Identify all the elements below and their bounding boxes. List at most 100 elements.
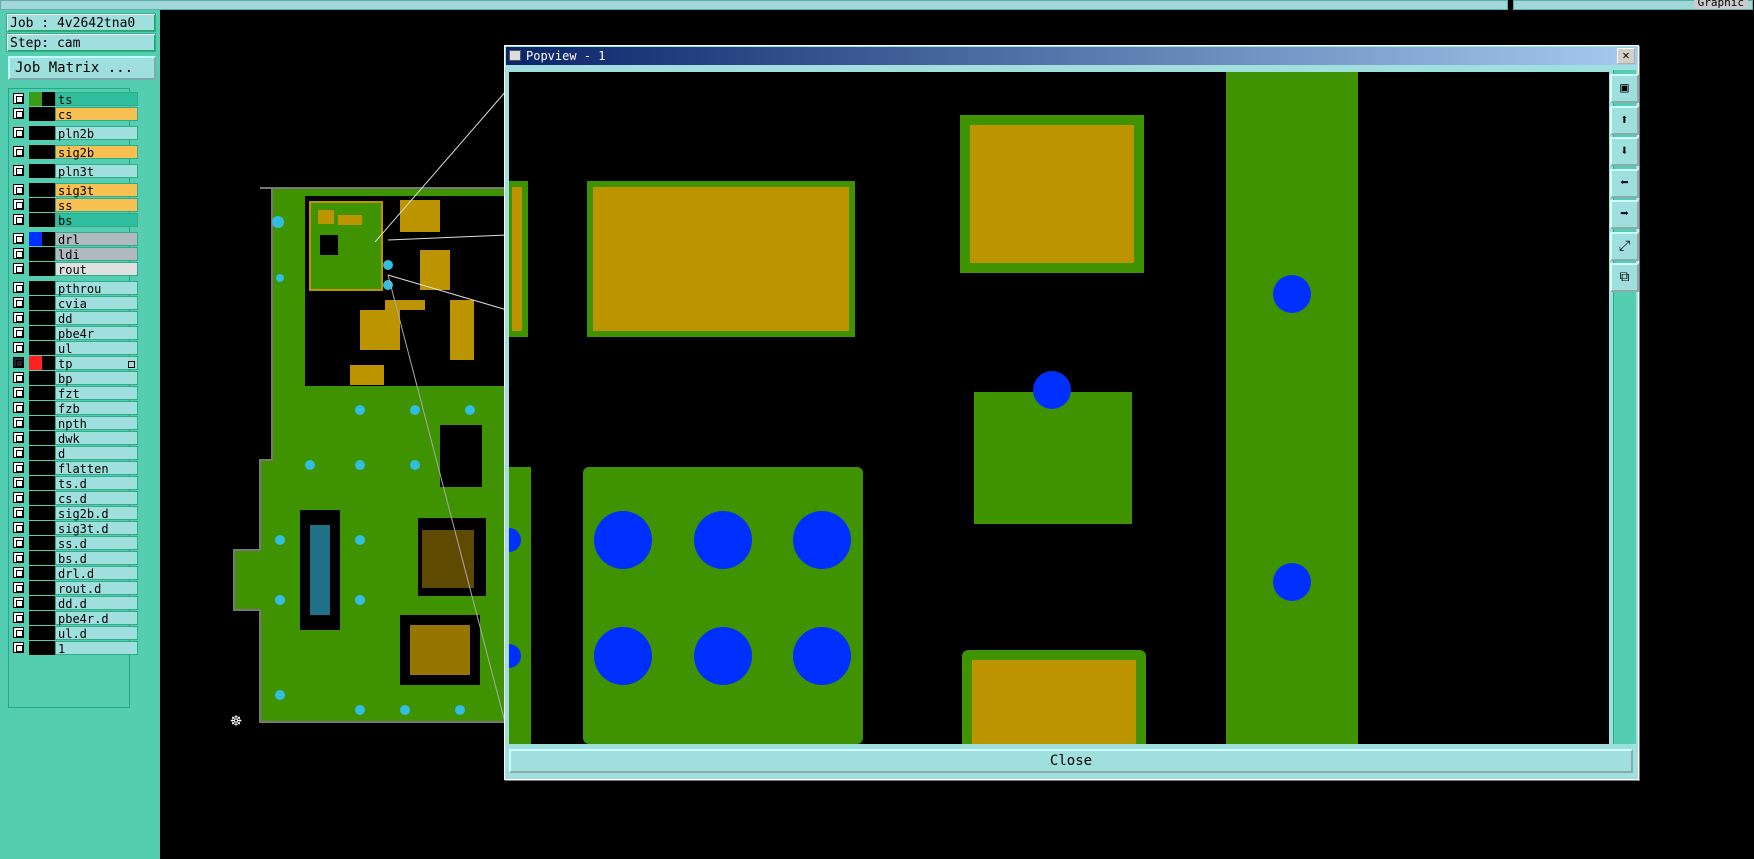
- layer-checkbox[interactable]: [13, 282, 24, 293]
- layer-checkbox[interactable]: [13, 432, 24, 443]
- layer-color-swatch[interactable]: [29, 521, 55, 535]
- layer-row[interactable]: ul.d: [11, 626, 138, 641]
- layer-color-swatch[interactable]: [29, 311, 55, 325]
- layer-name[interactable]: tp: [55, 356, 138, 371]
- layer-row[interactable]: rout: [11, 262, 138, 277]
- layer-color-swatch[interactable]: [29, 386, 55, 400]
- layer-row[interactable]: ss: [11, 198, 138, 213]
- layer-row[interactable]: bp: [11, 371, 138, 386]
- layer-row[interactable]: pln3t: [11, 164, 138, 179]
- layer-row[interactable]: dwk: [11, 431, 138, 446]
- layer-color-swatch[interactable]: [29, 566, 55, 580]
- job-matrix-button[interactable]: Job Matrix ...: [8, 56, 156, 80]
- layer-color-swatch[interactable]: [29, 198, 55, 212]
- layer-checkbox[interactable]: [13, 387, 24, 398]
- layer-row[interactable]: bs.d: [11, 551, 138, 566]
- layer-name[interactable]: cs.d: [55, 491, 138, 506]
- layer-checkbox[interactable]: [13, 357, 24, 368]
- layer-name[interactable]: npth: [55, 416, 138, 431]
- layer-row[interactable]: drl: [11, 232, 138, 247]
- layer-checkbox[interactable]: [13, 417, 24, 428]
- layer-color-swatch[interactable]: [29, 641, 55, 655]
- layer-checkbox[interactable]: [13, 567, 24, 578]
- layer-color-swatch[interactable]: [29, 491, 55, 505]
- layer-checkbox[interactable]: [13, 507, 24, 518]
- layer-name[interactable]: sig3t.d: [55, 521, 138, 536]
- layer-name[interactable]: cs: [55, 107, 138, 122]
- layer-row[interactable]: ts.d: [11, 476, 138, 491]
- layer-row[interactable]: ldi: [11, 247, 138, 262]
- layer-color-swatch[interactable]: [29, 626, 55, 640]
- layer-row[interactable]: cs.d: [11, 491, 138, 506]
- layer-checkbox[interactable]: [13, 146, 24, 157]
- layer-name[interactable]: pbe4r: [55, 326, 138, 341]
- layer-row[interactable]: sig3t.d: [11, 521, 138, 536]
- layer-color-swatch[interactable]: [29, 232, 55, 246]
- layer-name[interactable]: ul.d: [55, 626, 138, 641]
- layer-checkbox[interactable]: [13, 552, 24, 563]
- layer-name[interactable]: ul: [55, 341, 138, 356]
- layer-row[interactable]: sig2b: [11, 145, 138, 160]
- layer-name[interactable]: cvia: [55, 296, 138, 311]
- layer-color-swatch[interactable]: [29, 551, 55, 565]
- layer-name[interactable]: pthrou: [55, 281, 138, 296]
- layer-checkbox[interactable]: [13, 402, 24, 413]
- layer-checkbox[interactable]: [13, 312, 24, 323]
- layer-name[interactable]: bs.d: [55, 551, 138, 566]
- layer-name[interactable]: dwk: [55, 431, 138, 446]
- layer-checkbox[interactable]: [13, 327, 24, 338]
- layer-name[interactable]: ldi: [55, 247, 138, 262]
- layer-checkbox[interactable]: [13, 165, 24, 176]
- layer-name[interactable]: fzt: [55, 386, 138, 401]
- close-icon[interactable]: ✕: [1617, 48, 1635, 64]
- layer-row[interactable]: fzb: [11, 401, 138, 416]
- popview-titlebar[interactable]: Popview - 1 ✕: [506, 47, 1637, 65]
- layer-name[interactable]: sig2b.d: [55, 506, 138, 521]
- layer-checkbox[interactable]: [13, 612, 24, 623]
- layer-checkbox[interactable]: [13, 597, 24, 608]
- layer-name[interactable]: ss.d: [55, 536, 138, 551]
- layer-row[interactable]: sig2b.d: [11, 506, 138, 521]
- layer-checkbox[interactable]: [13, 108, 24, 119]
- layer-checkbox[interactable]: [13, 199, 24, 210]
- layer-color-swatch[interactable]: [29, 446, 55, 460]
- layer-color-swatch[interactable]: [29, 611, 55, 625]
- layer-color-swatch[interactable]: [29, 476, 55, 490]
- zoom-out-icon[interactable]: ⤢: [1610, 231, 1639, 261]
- layer-color-swatch[interactable]: [29, 356, 55, 370]
- layer-color-swatch[interactable]: [29, 506, 55, 520]
- layer-name[interactable]: fzb: [55, 401, 138, 416]
- layer-row[interactable]: ss.d: [11, 536, 138, 551]
- layer-color-swatch[interactable]: [29, 371, 55, 385]
- popview-canvas[interactable]: [509, 72, 1609, 744]
- layer-checkbox[interactable]: [13, 522, 24, 533]
- layer-checkbox[interactable]: [13, 93, 24, 104]
- layer-checkbox[interactable]: [13, 447, 24, 458]
- layer-name[interactable]: drl: [55, 232, 138, 247]
- layer-name[interactable]: drl.d: [55, 566, 138, 581]
- layer-checkbox[interactable]: [13, 248, 24, 259]
- layer-color-swatch[interactable]: [29, 247, 55, 261]
- layer-name[interactable]: sig2b: [55, 145, 138, 160]
- layer-checkbox[interactable]: [13, 184, 24, 195]
- layer-checkbox[interactable]: [13, 642, 24, 653]
- layer-color-swatch[interactable]: [29, 581, 55, 595]
- layer-checkbox[interactable]: [13, 462, 24, 473]
- layer-name[interactable]: pln2b: [55, 126, 138, 141]
- layer-color-swatch[interactable]: [29, 431, 55, 445]
- layer-checkbox[interactable]: [13, 233, 24, 244]
- layer-row[interactable]: rout.d: [11, 581, 138, 596]
- layer-row[interactable]: d: [11, 446, 138, 461]
- layer-name[interactable]: 1: [55, 641, 138, 656]
- layer-name[interactable]: dd.d: [55, 596, 138, 611]
- layer-checkbox[interactable]: [13, 127, 24, 138]
- layer-checkbox[interactable]: [13, 492, 24, 503]
- layer-color-swatch[interactable]: [29, 262, 55, 276]
- layer-row[interactable]: npth: [11, 416, 138, 431]
- layer-row[interactable]: fzt: [11, 386, 138, 401]
- layer-name[interactable]: ss: [55, 198, 138, 213]
- layer-color-swatch[interactable]: [29, 183, 55, 197]
- layer-color-swatch[interactable]: [29, 296, 55, 310]
- layer-checkbox[interactable]: [13, 297, 24, 308]
- layer-row[interactable]: dd: [11, 311, 138, 326]
